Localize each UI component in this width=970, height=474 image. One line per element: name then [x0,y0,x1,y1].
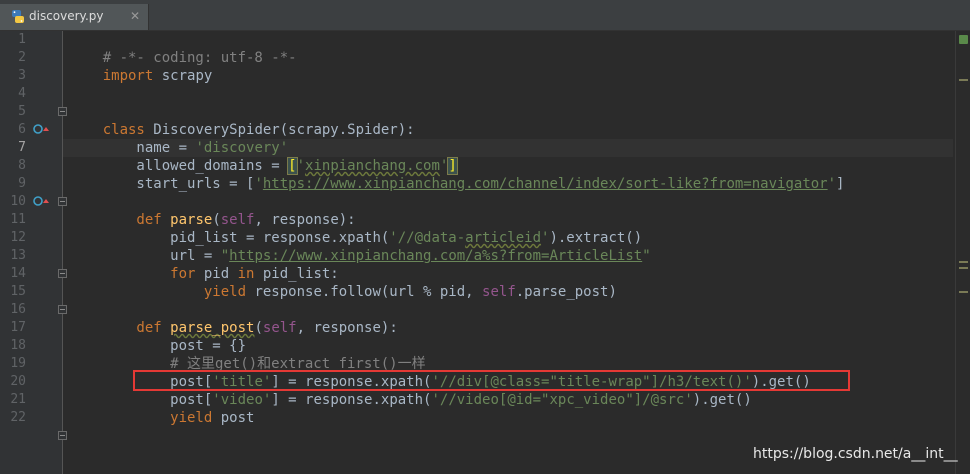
code-line-11: pid_list = response.xpath('//@data-artic… [69,211,642,246]
string: '//video[@id="xpc_video"]/@src' [431,392,693,408]
error-stripe-mark[interactable] [959,79,968,81]
self-keyword: self [482,284,516,300]
watermark-text: https://blog.csdn.net/a__int__ [753,446,958,462]
code-text: ( [254,320,263,336]
line-number: 5 [18,104,26,119]
code-editor[interactable]: # -*- coding: utf-8 -*- import scrapy cl… [63,31,953,474]
code-text: response.follow(url % pid, [246,284,483,300]
line-number: 3 [18,68,26,83]
inspection-status-icon[interactable] [959,35,968,44]
line-number: 15 [10,284,26,299]
keyword: yield [102,410,213,426]
code-line-5: class DiscoverySpider(scrapy.Spider): [69,103,415,138]
close-tab-icon[interactable]: ✕ [128,8,142,24]
self-keyword: self [262,320,297,336]
code-text: ] [836,176,845,192]
line-number: 22 [10,410,26,425]
code-line-18: # 这里get()和extract_first()一样 [69,337,425,372]
line-number: 20 [10,374,26,389]
tab-discovery-py[interactable]: discovery.py ✕ [0,4,149,30]
line-number: 1 [18,32,26,47]
error-stripe-mark[interactable] [959,261,968,263]
code-text: ).get() [692,392,752,408]
code-line-12: url = "https://www.xinpianchang.com/a%s?… [69,229,650,264]
line-number: 9 [18,176,26,191]
override-method-icon[interactable] [33,194,49,208]
keyword: yield [102,284,247,300]
code-text: .parse_post) [515,284,617,300]
code-text: post [212,410,255,426]
line-number: 10 [10,194,26,209]
override-method-icon[interactable] [33,122,49,136]
line-number: 21 [10,392,26,407]
error-stripe-mark[interactable] [959,267,968,269]
string: ' [254,176,263,192]
code-line-6: name = 'discovery' [69,121,288,156]
error-stripe[interactable] [955,31,970,474]
line-number: 4 [18,86,26,101]
line-number: 18 [10,338,26,353]
code-text: ] = response.xpath( [271,392,432,408]
line-number: 2 [18,50,26,65]
code-text: start_urls = [ [102,176,255,192]
highlight-annotation-box [133,370,850,391]
line-number: 11 [10,212,26,227]
line-number: 17 [10,320,26,335]
code-line-17: post = {} [69,319,246,354]
code-text: , response): [296,320,398,336]
code-line-14: yield response.follow(url % pid, self.pa… [69,265,617,300]
python-file-icon [12,10,24,23]
line-number-current: 7 [18,140,26,155]
line-number: 16 [10,302,26,317]
keyword: import [102,68,154,84]
code-line-21: yield post [69,391,254,426]
line-number: 6 [18,122,26,137]
code-line-13: for pid in pid_list: [69,247,339,282]
code-line-10: def parse(self, response): [69,193,355,228]
line-number: 12 [10,230,26,245]
editor-tab-bar: discovery.py ✕ [0,0,970,31]
url-link[interactable]: https://www.xinpianchang.com/channel/ind… [263,176,828,192]
code-line-2: import scrapy [69,49,213,84]
string: " [642,248,651,264]
code-line-8: start_urls = ['https://www.xinpianchang.… [69,157,844,192]
line-number: 8 [18,158,26,173]
tab-filename: discovery.py [29,9,104,23]
code-text: scrapy [153,68,213,84]
error-stripe-mark[interactable] [959,291,968,293]
line-number: 14 [10,266,26,281]
code-line-16: def parse_post(self, response): [69,301,397,336]
line-number-gutter: 1 2 3 4 5 6 7 8 9 10 11 12 13 14 15 16 1… [0,31,67,474]
line-number: 19 [10,356,26,371]
code-line-1: # -*- coding: utf-8 -*- [69,31,297,66]
string: ' [827,176,837,192]
line-number: 13 [10,248,26,263]
code-line-7: allowed_domains = ['xinpianchang.com'] [69,139,458,175]
